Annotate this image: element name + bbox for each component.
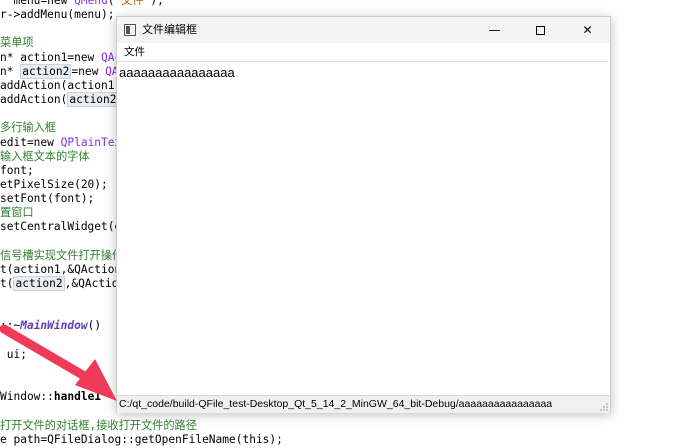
status-bar: C:/qt_code/build-QFile_test-Desktop_Qt_5… [117, 395, 610, 413]
code-token: addAction( [0, 93, 68, 107]
menu-bar: 文件 [117, 43, 610, 61]
code-token: ui; [0, 347, 27, 361]
code-token: =new [71, 64, 106, 78]
editor-content[interactable]: aaaaaaaaaaaaaaaa [119, 65, 235, 80]
size-grip-icon[interactable] [600, 403, 608, 411]
minimize-button[interactable]: — [472, 17, 517, 43]
file-edit-window[interactable]: 文件编辑框 — ✕ 文件 aaaaaaaaaaaaaaaa C:/qt_code… [116, 16, 611, 413]
code-token: action2 [13, 276, 65, 291]
maximize-button[interactable] [519, 17, 564, 43]
code-line: ::~MainWindow() [0, 318, 101, 334]
code-line: r->addMenu(menu); [0, 7, 115, 23]
maximize-icon [536, 26, 545, 35]
app-window-icon [124, 24, 136, 36]
code-token: action2 [67, 92, 119, 108]
code-token: r->addMenu(menu); [0, 8, 115, 22]
window-title: 文件编辑框 [142, 23, 197, 36]
code-token: 打开文件的对话框,接收打开文件的路径 [0, 418, 197, 432]
code-token: 输入框文本的字体 [0, 149, 90, 163]
close-button[interactable]: ✕ [565, 17, 610, 43]
code-token: MainWindow [20, 319, 88, 333]
code-line: Window::handle1 [0, 389, 101, 405]
code-line: ui; [0, 347, 27, 363]
status-file-path: C:/qt_code/build-QFile_test-Desktop_Qt_5… [119, 398, 553, 410]
code-token: setFont(font); [0, 192, 95, 206]
code-line: e path=QFileDialog::getOpenFileName(this… [0, 432, 283, 448]
code-token: (" [107, 0, 122, 7]
code-token: 文件 [121, 0, 144, 7]
code-token: 置窗口 [0, 206, 34, 220]
code-token: Window:: [0, 390, 54, 404]
code-token: QMenu [74, 0, 108, 7]
code-line: setCentralWidget(ed [0, 219, 128, 235]
code-token: menu=new [0, 0, 75, 7]
code-token: e path=QFileDialog::getOpenFileName(this… [0, 432, 283, 446]
code-token: 信号槽实现文件打开操作 [0, 248, 124, 262]
code-token: 多行输入框 [0, 121, 56, 135]
code-token: etPixelSize(20); [0, 177, 108, 191]
menu-file[interactable]: 文件 [121, 44, 148, 60]
code-token: n* [0, 64, 21, 78]
code-token: () [87, 319, 102, 333]
code-line: t(action2 ,&QAction: [0, 276, 132, 292]
code-token: setCentralWidget(ed [0, 220, 128, 234]
code-token: t( [0, 277, 14, 290]
code-token: t(action1,&QAction: [0, 262, 128, 276]
code-line: addAction(action2); [0, 92, 132, 108]
title-bar[interactable]: 文件编辑框 — ✕ [117, 17, 610, 43]
code-token: n* action1=new [0, 50, 102, 64]
code-token: "); [143, 0, 164, 7]
code-token: action2 [20, 63, 72, 79]
code-token: handle1 [53, 390, 102, 404]
code-token: 菜单项 [0, 36, 34, 50]
code-token: font; [0, 163, 34, 177]
code-token: addAction(action1); [0, 78, 128, 92]
code-token: ::~ [0, 319, 21, 333]
plain-text-editor[interactable]: aaaaaaaaaaaaaaaa [117, 61, 608, 395]
code-token: edit=new [0, 135, 61, 149]
